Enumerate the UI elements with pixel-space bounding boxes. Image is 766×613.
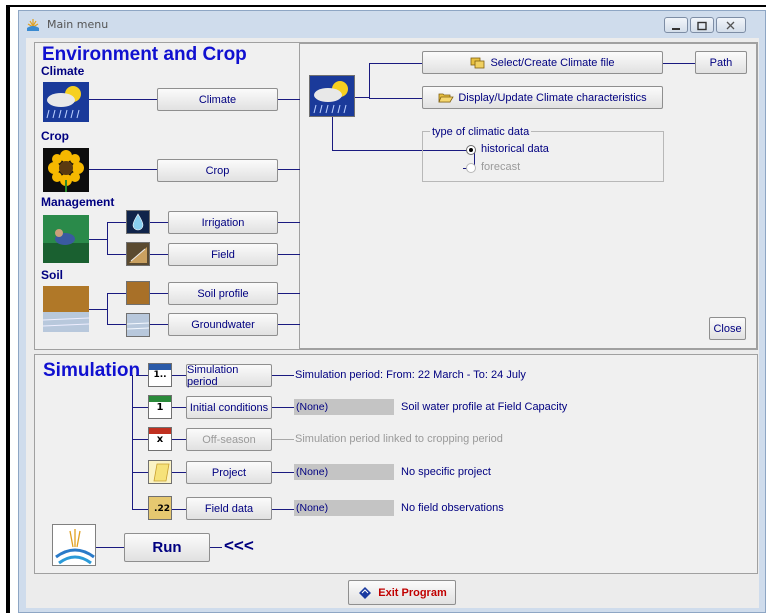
- off-season-button[interactable]: Off-season: [186, 428, 272, 451]
- forecast-radio[interactable]: [466, 163, 476, 173]
- simulation-heading: Simulation: [43, 360, 141, 381]
- main-menu-window: Main menu Environment and Crop Climate C…: [18, 10, 766, 613]
- climatic-data-group-title: type of climatic data: [430, 126, 532, 138]
- crop-label: Crop: [41, 129, 69, 143]
- project-value: (None): [294, 464, 394, 480]
- initial-conditions-text: Soil water profile at Field Capacity: [401, 401, 568, 413]
- calendar-period-icon-text: 1..: [153, 370, 167, 380]
- sunflower-icon: [43, 148, 89, 192]
- run-arrows: <<<: [224, 536, 254, 555]
- soil-icon: [43, 286, 89, 332]
- soil-label: Soil: [41, 268, 64, 282]
- environment-heading: Environment and Crop: [42, 44, 247, 65]
- folders-icon: [471, 57, 485, 69]
- select-climate-file-label: Select/Create Climate file: [490, 56, 615, 69]
- open-folder-icon: [438, 93, 455, 103]
- field-data-value: (None): [294, 500, 394, 516]
- minimize-icon: [672, 28, 680, 30]
- simulation-period-button[interactable]: Simulation period: [186, 364, 272, 388]
- project-button[interactable]: Project: [186, 461, 272, 484]
- irrigation-button[interactable]: Irrigation: [168, 211, 278, 234]
- display-climate-label: Display/Update Climate characteristics: [458, 91, 647, 104]
- off-season-text: Simulation period linked to cropping per…: [295, 433, 503, 445]
- calendar-initial-icon-text: 1: [156, 402, 164, 413]
- groundwater-button[interactable]: Groundwater: [168, 313, 278, 336]
- forecast-label: forecast: [481, 161, 521, 173]
- app-icon: [27, 19, 39, 31]
- field-data-icon-text: .22: [154, 504, 170, 514]
- field-icon: [126, 242, 150, 266]
- groundwater-icon: [126, 313, 150, 337]
- exit-icon: [359, 587, 372, 599]
- soil-profile-icon: [126, 281, 150, 305]
- calendar-initial-icon: 1: [148, 395, 172, 419]
- soil-profile-button[interactable]: Soil profile: [168, 282, 278, 305]
- minimize-button[interactable]: [664, 17, 688, 33]
- run-logo-icon: [52, 524, 96, 566]
- window-frame-left: [6, 5, 10, 613]
- climate-icon: [43, 82, 89, 122]
- exit-program-button[interactable]: Exit Program: [348, 580, 456, 605]
- crop-button[interactable]: Crop: [157, 159, 278, 182]
- run-button[interactable]: Run: [124, 533, 210, 562]
- climate-panel-icon: [309, 75, 355, 117]
- management-icon: [43, 215, 89, 263]
- climate-button[interactable]: Climate: [157, 88, 278, 111]
- window-frame-top: [6, 5, 766, 7]
- historical-data-label: historical data: [481, 143, 549, 155]
- select-climate-file-button[interactable]: Select/Create Climate file: [422, 51, 663, 74]
- project-icon: [148, 460, 172, 484]
- irrigation-icon: [126, 210, 150, 234]
- path-button[interactable]: Path: [695, 51, 747, 74]
- client-area: Environment and Crop Climate Crop Manage…: [26, 38, 759, 608]
- field-button[interactable]: Field: [168, 243, 278, 266]
- field-data-text: No field observations: [401, 502, 504, 514]
- initial-conditions-value: (None): [294, 399, 394, 415]
- close-button[interactable]: Close: [709, 317, 746, 340]
- maximize-icon: [697, 21, 707, 31]
- close-window-button[interactable]: [716, 17, 746, 33]
- historical-data-radio[interactable]: [466, 145, 476, 155]
- climatic-data-group: [422, 131, 664, 182]
- field-data-icon: .22: [148, 496, 172, 520]
- calendar-period-icon: 1..: [148, 363, 172, 387]
- window-title: Main menu: [47, 18, 109, 31]
- calendar-offseason-icon-text: x: [156, 434, 164, 445]
- title-bar[interactable]: Main menu: [19, 11, 765, 39]
- close-icon: [726, 21, 735, 30]
- initial-conditions-button[interactable]: Initial conditions: [186, 396, 272, 419]
- display-climate-button[interactable]: Display/Update Climate characteristics: [422, 86, 663, 109]
- calendar-offseason-icon: x: [148, 427, 172, 451]
- management-label: Management: [41, 195, 115, 209]
- field-data-button[interactable]: Field data: [186, 497, 272, 520]
- maximize-button[interactable]: [690, 17, 714, 33]
- climate-label: Climate: [41, 64, 85, 78]
- simulation-period-text: Simulation period: From: 22 March - To: …: [295, 369, 526, 381]
- exit-program-label: Exit Program: [378, 586, 447, 599]
- project-text: No specific project: [401, 466, 491, 478]
